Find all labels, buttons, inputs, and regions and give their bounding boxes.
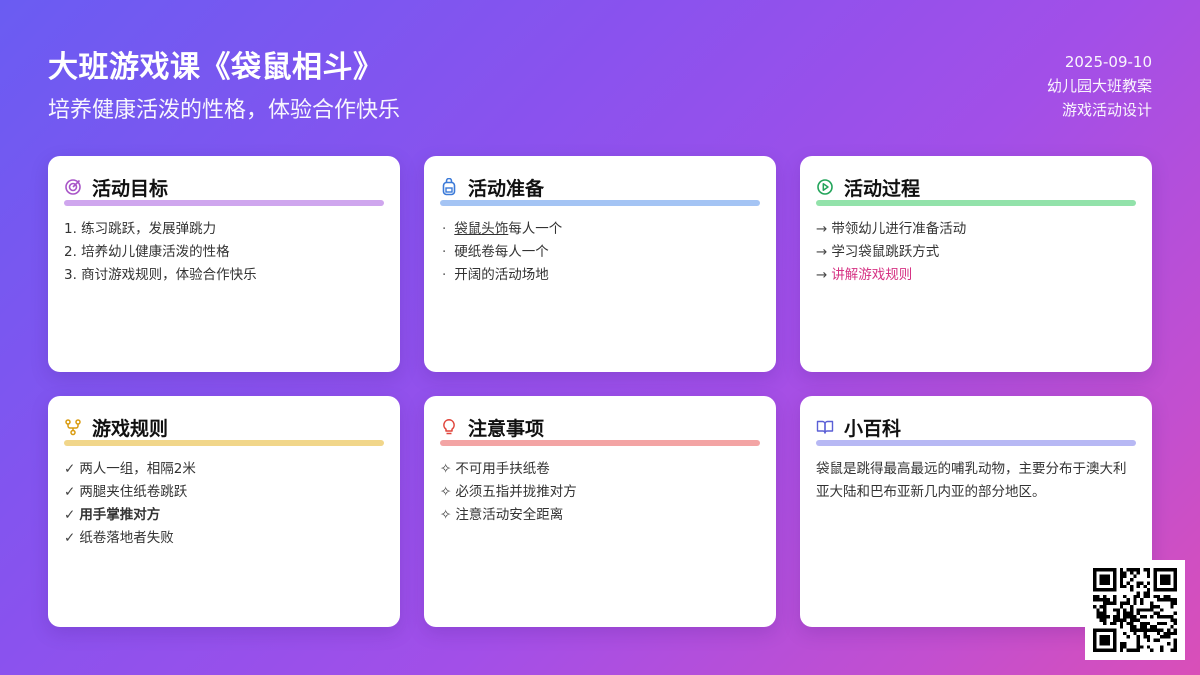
goals-list: 1. 练习跳跃，发展弹跳力 2. 培养幼儿健康活泼的性格 3. 商讨游戏规则，体… [64, 218, 384, 287]
list-item: 1. 练习跳跃，发展弹跳力 [64, 221, 217, 237]
card-header: 小百科 [816, 414, 1136, 440]
card-notes: 注意事项 ✧ 不可用手扶纸卷 ✧ 必须五指并拢推对方 ✧ 注意活动安全距离 [424, 396, 776, 627]
card-title: 活动过程 [844, 177, 921, 200]
underlined-text: 袋鼠头饰 [454, 221, 509, 237]
page-subtitle: 培养健康活泼的性格，体验合作快乐 [48, 98, 401, 123]
title-underline [440, 440, 760, 446]
item-text: 两人一组，相隔2米 [79, 461, 196, 477]
card-title: 游戏规则 [92, 417, 169, 440]
check-mark: ✓ [64, 484, 76, 500]
bullet-mark: · [442, 267, 447, 283]
branch-icon [64, 418, 82, 436]
check-mark: ✓ [64, 461, 76, 477]
prep-list: · 袋鼠头饰每人一个 · 硬纸卷每人一个 · 开阔的活动场地 [440, 218, 760, 287]
list-item: · 硬纸卷每人一个 [440, 241, 760, 264]
card-title: 小百科 [844, 417, 902, 440]
card-process: 活动过程 → 带领幼儿进行准备活动 → 学习袋鼠跳跃方式 → 讲解游戏规则 [800, 156, 1152, 372]
item-text: 纸卷落地者失败 [79, 530, 174, 546]
list-item: · 开阔的活动场地 [440, 264, 760, 287]
header: 大班游戏课《袋鼠相斗》 培养健康活泼的性格，体验合作快乐 [48, 50, 400, 126]
item-text: 学习袋鼠跳跃方式 [831, 244, 940, 260]
list-item: ✓ 两腿夹住纸卷跳跃 [64, 481, 384, 504]
card-title: 活动准备 [468, 177, 545, 200]
title-underline [64, 200, 384, 206]
meta-line-2: 游戏活动设计 [1061, 101, 1152, 119]
title-underline [64, 440, 384, 446]
lightbulb-icon [440, 418, 458, 436]
list-item: → 讲解游戏规则 [816, 264, 1136, 287]
date-label: 2025-09-10 [1064, 53, 1152, 71]
title-underline [440, 200, 760, 206]
card-header: 活动目标 [64, 174, 384, 200]
card-goals: 活动目标 1. 练习跳跃，发展弹跳力 2. 培养幼儿健康活泼的性格 3. 商讨游… [48, 156, 400, 372]
title-underline [816, 440, 1136, 446]
list-item: ✓ 纸卷落地者失败 [64, 527, 384, 550]
book-icon [816, 418, 834, 436]
sparkle-mark: ✧ [440, 484, 452, 500]
item-text: 两腿夹住纸卷跳跃 [79, 484, 188, 500]
highlighted-item-text: 讲解游戏规则 [831, 267, 913, 283]
bullet-mark: · [442, 221, 447, 237]
list-item: → 带领幼儿进行准备活动 [816, 218, 1136, 241]
item-text: 用手掌推对方 [79, 507, 161, 523]
rules-list: ✓ 两人一组，相隔2米 ✓ 两腿夹住纸卷跳跃 ✓ 用手掌推对方 ✓ 纸卷落地者失败 [64, 458, 384, 550]
list-item: ✧ 注意活动安全距离 [440, 504, 760, 527]
play-circle-icon [816, 178, 834, 196]
card-rules: 游戏规则 ✓ 两人一组，相隔2米 ✓ 两腿夹住纸卷跳跃 ✓ 用手掌推对方 ✓ 纸卷落地者… [48, 396, 400, 627]
process-list: → 带领幼儿进行准备活动 → 学习袋鼠跳跃方式 → 讲解游戏规则 [816, 218, 1136, 287]
qr-code[interactable] [1085, 560, 1185, 660]
item-text: 必须五指并拢推对方 [455, 484, 577, 500]
card-preparation: 活动准备 · 袋鼠头饰每人一个 · 硬纸卷每人一个 · 开阔的活动场地 [424, 156, 776, 372]
backpack-icon [440, 178, 458, 196]
card-title: 活动目标 [92, 177, 169, 200]
sparkle-mark: ✧ [440, 507, 452, 523]
arrow-mark: → [816, 244, 828, 260]
card-header: 游戏规则 [64, 414, 384, 440]
list-item: 3. 商讨游戏规则，体验合作快乐 [64, 267, 257, 283]
list-item: · 袋鼠头饰每人一个 [440, 218, 760, 241]
card-title: 注意事项 [468, 417, 545, 440]
list-item: ✧ 必须五指并拢推对方 [440, 481, 760, 504]
item-text: 注意活动安全距离 [455, 507, 564, 523]
item-text: 开阔的活动场地 [454, 267, 549, 283]
encyclopedia-text: 袋鼠是跳得最高最远的哺乳动物，主要分布于澳大利亚大陆和巴布亚新几内亚的部分地区。 [816, 461, 1127, 500]
card-header: 活动过程 [816, 174, 1136, 200]
title-underline [816, 200, 1136, 206]
item-text: 每人一个 [508, 221, 563, 237]
item-text: 不可用手扶纸卷 [455, 461, 550, 477]
item-text: 带领幼儿进行准备活动 [831, 221, 967, 237]
list-item: ✓ 两人一组，相隔2米 [64, 458, 384, 481]
sparkle-mark: ✧ [440, 461, 452, 477]
card-header: 注意事项 [440, 414, 760, 440]
bullet-mark: · [442, 244, 447, 260]
list-item: ✧ 不可用手扶纸卷 [440, 458, 760, 481]
notes-list: ✧ 不可用手扶纸卷 ✧ 必须五指并拢推对方 ✧ 注意活动安全距离 [440, 458, 760, 527]
list-item: ✓ 用手掌推对方 [64, 504, 384, 527]
target-icon [64, 178, 82, 196]
card-header: 活动准备 [440, 174, 760, 200]
item-text: 硬纸卷每人一个 [454, 244, 549, 260]
page-title: 大班游戏课《袋鼠相斗》 [48, 50, 384, 85]
qr-code-image [1093, 568, 1177, 652]
header-meta: 2025-09-10 幼儿园大班教案 游戏活动设计 [1047, 50, 1152, 122]
meta-line-1: 幼儿园大班教案 [1046, 77, 1152, 95]
arrow-mark: → [816, 267, 828, 283]
arrow-mark: → [816, 221, 828, 237]
list-item: → 学习袋鼠跳跃方式 [816, 241, 1136, 264]
check-mark: ✓ [64, 507, 76, 523]
list-item: 2. 培养幼儿健康活泼的性格 [64, 244, 230, 260]
check-mark: ✓ [64, 530, 76, 546]
